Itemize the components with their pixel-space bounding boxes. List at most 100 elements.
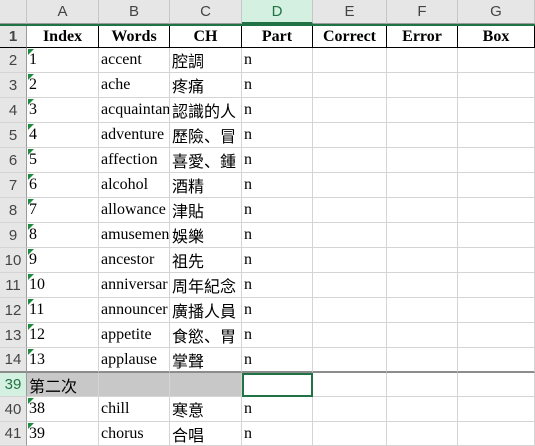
cell-error[interactable] [387,98,458,123]
cell-ch[interactable]: 掌聲 [170,348,242,373]
cell-correct[interactable] [313,273,387,298]
row-header[interactable]: 5 [0,123,27,148]
cell-part[interactable]: n [242,298,313,323]
cell-correct[interactable] [313,148,387,173]
row-header[interactable]: 11 [0,273,27,298]
cell-word[interactable]: chorus [99,422,170,446]
cell-ch[interactable]: 合唱 [170,422,242,446]
cell-ch[interactable]: 酒精 [170,173,242,198]
row-header[interactable]: 41 [0,422,27,446]
cell-index[interactable]: 7 [27,198,99,223]
cell-box[interactable] [458,98,535,123]
cell-index[interactable]: 39 [27,422,99,446]
row-header[interactable]: 40 [0,397,27,422]
cell-part[interactable]: n [242,173,313,198]
cell-index[interactable]: 13 [27,348,99,373]
cell-part[interactable]: n [242,248,313,273]
row-header[interactable]: 7 [0,173,27,198]
cell-error[interactable] [387,223,458,248]
cell-part[interactable]: n [242,123,313,148]
cell-ch[interactable]: 津貼 [170,198,242,223]
cell-ch[interactable]: 認識的人 [170,98,242,123]
cell-error[interactable] [387,273,458,298]
select-all-corner[interactable] [0,0,27,24]
cell-part[interactable]: n [242,422,313,446]
cell-part[interactable]: n [242,397,313,422]
cell-part[interactable]: n [242,273,313,298]
cell-box[interactable] [458,73,535,98]
cell-error[interactable] [387,422,458,446]
column-header-g[interactable]: G [458,0,535,24]
group-cell[interactable] [99,373,170,397]
cell-ch[interactable]: 祖先 [170,248,242,273]
column-header-d[interactable]: D [242,0,313,24]
cell-index[interactable]: 3 [27,98,99,123]
cell-word[interactable]: announcer [99,298,170,323]
cell-word[interactable]: ancestor [99,248,170,273]
cell-word[interactable]: ache [99,73,170,98]
cell-index[interactable]: 12 [27,323,99,348]
cell-error[interactable] [387,73,458,98]
cell-word[interactable]: accent [99,48,170,73]
cell-correct[interactable] [313,248,387,273]
column-header-f[interactable]: F [387,0,458,24]
cell-index[interactable]: 5 [27,148,99,173]
header-cell-words[interactable]: Words [99,26,170,48]
cell-ch[interactable]: 寒意 [170,397,242,422]
cell-box[interactable] [458,422,535,446]
group-cell[interactable] [170,373,242,397]
cell-word[interactable]: affection [99,148,170,173]
cell-box[interactable] [458,397,535,422]
cell-correct[interactable] [313,123,387,148]
cell-correct[interactable] [313,48,387,73]
cell-box[interactable] [458,198,535,223]
cell-error[interactable] [387,148,458,173]
row-header[interactable]: 1 [0,26,27,48]
cell-word[interactable]: anniversar [99,273,170,298]
cell-box[interactable] [458,323,535,348]
cell-error[interactable] [387,198,458,223]
cell-word[interactable]: allowance [99,198,170,223]
cell-part[interactable]: n [242,348,313,373]
cell-correct[interactable] [313,223,387,248]
cell-box[interactable] [458,273,535,298]
row-header[interactable]: 14 [0,348,27,373]
selected-cell-d39[interactable] [242,373,313,397]
column-header-a[interactable]: A [27,0,99,24]
row-header[interactable]: 4 [0,98,27,123]
cell-box[interactable] [458,173,535,198]
column-header-b[interactable]: B [99,0,170,24]
cell-correct[interactable] [313,373,387,397]
row-header[interactable]: 9 [0,223,27,248]
cell-box[interactable] [458,348,535,373]
cell-index[interactable]: 38 [27,397,99,422]
row-header[interactable]: 13 [0,323,27,348]
cell-part[interactable]: n [242,323,313,348]
cell-index[interactable]: 10 [27,273,99,298]
row-header[interactable]: 6 [0,148,27,173]
row-header[interactable]: 10 [0,248,27,273]
header-cell-box[interactable]: Box [458,26,535,48]
cell-part[interactable]: n [242,73,313,98]
cell-index[interactable]: 1 [27,48,99,73]
cell-index[interactable]: 9 [27,248,99,273]
cell-box[interactable] [458,123,535,148]
cell-correct[interactable] [313,73,387,98]
cell-part[interactable]: n [242,148,313,173]
cell-correct[interactable] [313,348,387,373]
cell-part[interactable]: n [242,98,313,123]
cell-ch[interactable]: 歷險、冒 [170,123,242,148]
cell-correct[interactable] [313,98,387,123]
cell-error[interactable] [387,48,458,73]
cell-error[interactable] [387,298,458,323]
cell-box[interactable] [458,298,535,323]
cell-box[interactable] [458,148,535,173]
cell-word[interactable]: acquaintan [99,98,170,123]
column-header-c[interactable]: C [170,0,242,24]
cell-index[interactable]: 8 [27,223,99,248]
cell-error[interactable] [387,348,458,373]
cell-part[interactable]: n [242,198,313,223]
cell-index[interactable]: 2 [27,73,99,98]
cell-word[interactable]: amusemen [99,223,170,248]
header-cell-part[interactable]: Part [242,26,313,48]
